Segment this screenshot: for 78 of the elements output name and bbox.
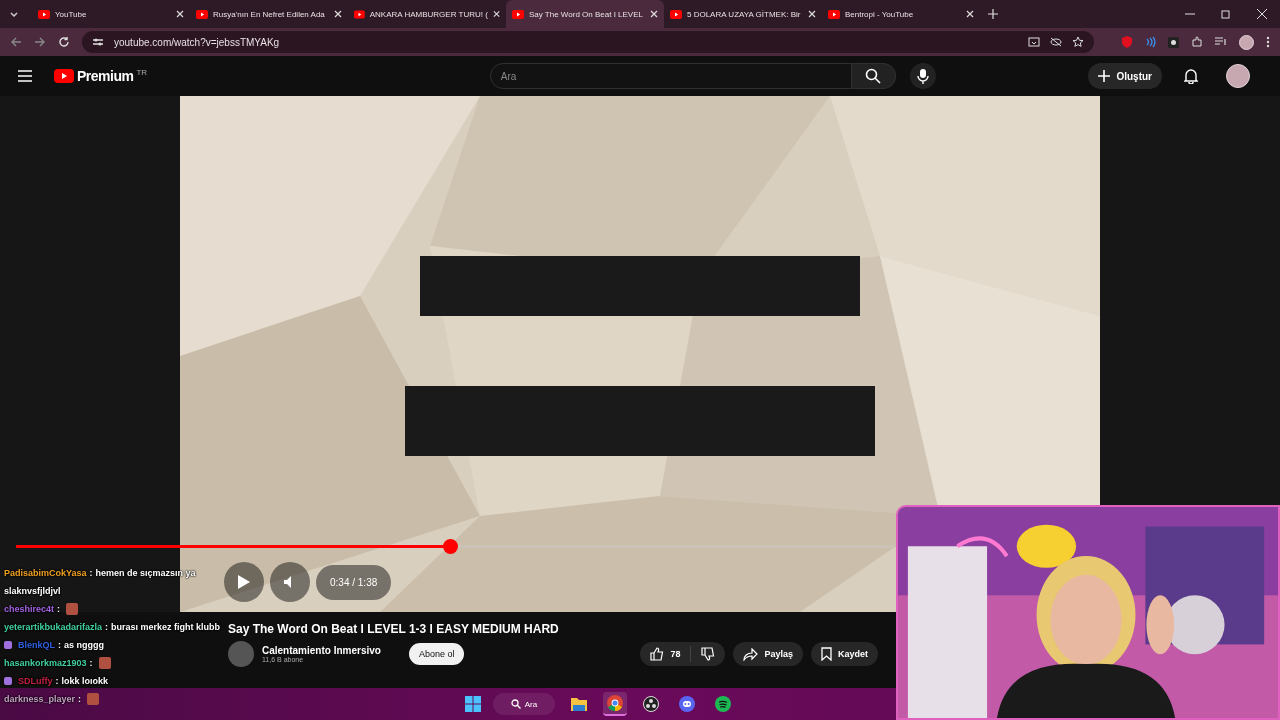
cast-icon[interactable] (1028, 36, 1040, 48)
thumbs-down-icon (701, 647, 716, 661)
video-icon (828, 9, 840, 19)
search-button[interactable] (851, 63, 896, 89)
close-icon[interactable] (1257, 9, 1267, 19)
channel-name[interactable]: Calentamiento Inmersivo (262, 645, 381, 656)
browser-tab[interactable]: YouTube (32, 0, 190, 28)
region-label: TR (136, 68, 148, 77)
browser-tab[interactable]: Say The Word On Beat I LEVEL (506, 0, 664, 28)
chat-message: cheshirec4t : (4, 604, 62, 614)
profile-avatar[interactable] (1239, 34, 1254, 50)
more-icon[interactable] (1266, 36, 1270, 48)
search-icon (510, 699, 521, 709)
chat-message: SDLuffy : lokk loıokk (18, 676, 109, 686)
video-icon (38, 9, 50, 19)
browser-tab[interactable]: ANKARA HAMBURGER TURU! ( (348, 0, 506, 28)
puzzle-icon[interactable] (1191, 36, 1203, 48)
share-icon (743, 647, 759, 661)
badge-icon (4, 641, 12, 649)
close-icon[interactable] (176, 10, 184, 18)
chat-app-icon (679, 696, 696, 712)
voice-search-button[interactable] (909, 63, 936, 89)
video-icon (670, 9, 682, 19)
emote-icon (87, 693, 100, 705)
star-icon[interactable] (1072, 36, 1084, 48)
play-logo-icon[interactable] (54, 69, 74, 83)
emote-icon (66, 603, 79, 615)
chat-message: darkness_player : (4, 694, 83, 704)
bookmark-icon (821, 647, 832, 661)
eye-off-icon[interactable] (1050, 37, 1062, 47)
restore-icon[interactable] (1221, 9, 1231, 19)
search-icon (865, 68, 882, 84)
reload-icon[interactable] (58, 36, 70, 48)
close-icon[interactable] (966, 10, 974, 18)
create-button[interactable]: Oluştur (1088, 63, 1162, 89)
windows-start-icon[interactable] (464, 696, 481, 712)
thumbs-up-icon (650, 647, 665, 661)
playlist-icon[interactable] (1215, 37, 1227, 47)
taskbar-app[interactable] (603, 692, 628, 716)
chat-message: BlenkQL : as ngggg (18, 640, 104, 650)
browser-tab[interactable]: 5 DOLARA UZAYA GİTMEK: Bir (664, 0, 822, 28)
record-app-icon (643, 696, 660, 712)
browser-tab[interactable]: Bentropi - YouTube (822, 0, 980, 28)
plus-icon (1098, 70, 1111, 82)
close-icon[interactable] (492, 10, 500, 18)
taskbar-search[interactable]: Ara (492, 693, 556, 715)
video-icon (196, 9, 208, 19)
site-settings-icon[interactable] (92, 37, 104, 47)
logo-text[interactable]: Premium (77, 68, 134, 84)
new-tab-icon[interactable] (988, 9, 998, 19)
share-button[interactable]: Paylaş (733, 642, 803, 666)
forward-icon[interactable] (34, 36, 46, 48)
video-icon (512, 9, 524, 19)
back-icon[interactable] (10, 36, 22, 48)
video-icon (354, 9, 365, 19)
folder-icon (571, 697, 588, 711)
emote-icon (98, 657, 111, 669)
bell-icon[interactable] (1184, 68, 1198, 84)
browser-icon (607, 695, 624, 711)
extension-icon[interactable] (1168, 36, 1179, 48)
close-icon[interactable] (808, 10, 816, 18)
chat-message: yeterartikbukadarifazla : burası merkez fight klubb (4, 622, 221, 632)
chat-message: slaknvsfjldjvl (4, 586, 61, 596)
browser-tab[interactable]: Rusya'nın En Nefret Edilen Ada (190, 0, 348, 28)
subscribe-button[interactable]: Abone ol (408, 643, 465, 665)
music-app-icon (715, 696, 732, 712)
microphone-icon (916, 68, 929, 84)
badge-icon (4, 677, 12, 685)
save-button[interactable]: Kaydet (811, 642, 878, 666)
chat-message: hasankorkmaz1903 : (4, 658, 94, 668)
address-field[interactable]: youtube.com/watch?v=jebssTMYAKg (82, 31, 1094, 53)
menu-icon[interactable] (18, 70, 32, 82)
profile-avatar[interactable] (1226, 64, 1250, 88)
close-icon[interactable] (650, 10, 658, 18)
search-field[interactable]: Ara (489, 63, 852, 89)
video-title: Say The Word On Beat I LEVEL 1-3 I EASY MEDIUM HARD (228, 622, 559, 636)
channel-avatar[interactable] (228, 641, 254, 667)
close-icon[interactable] (334, 10, 342, 18)
